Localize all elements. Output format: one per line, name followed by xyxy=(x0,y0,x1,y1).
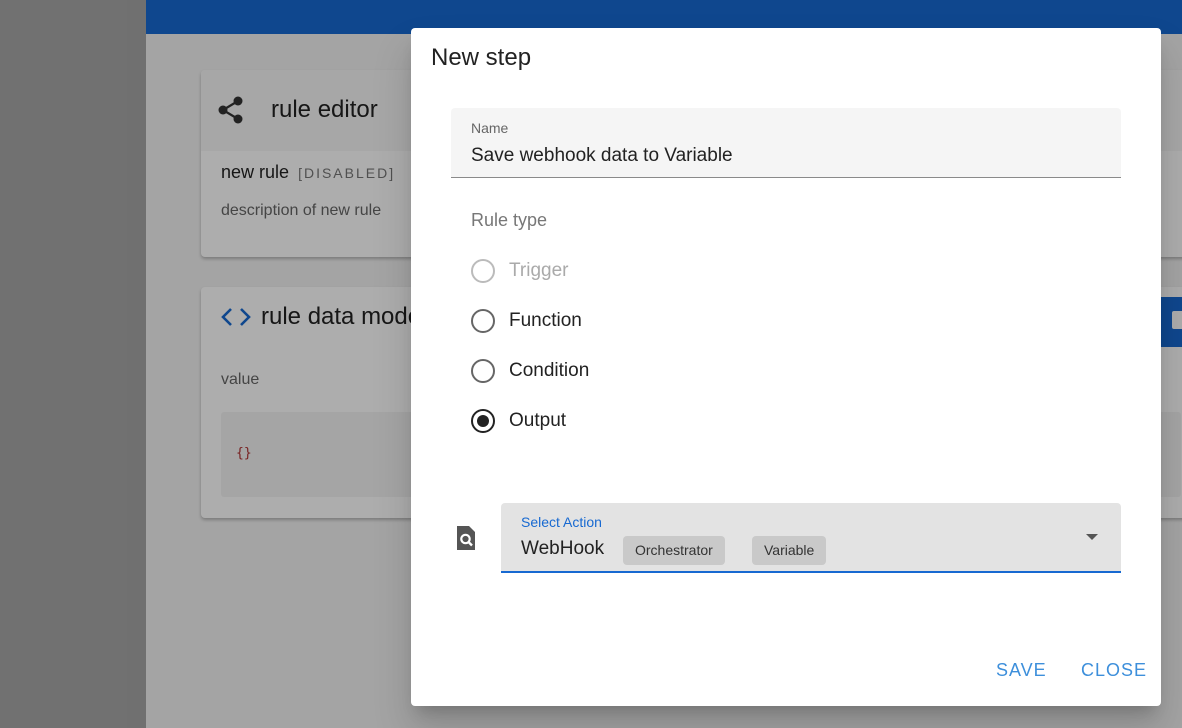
radio-function[interactable] xyxy=(471,309,495,333)
radio-output[interactable] xyxy=(471,409,495,433)
radio-condition[interactable] xyxy=(471,359,495,383)
radio-option-condition[interactable]: Condition xyxy=(471,357,589,385)
select-action-value: WebHook xyxy=(521,538,605,559)
tag-chip-orchestrator: Orchestrator xyxy=(623,536,725,565)
dialog-title: New step xyxy=(431,44,532,71)
close-button[interactable]: CLOSE xyxy=(1081,660,1147,681)
select-action-dropdown[interactable]: Select Action WebHook Orchestrator Varia… xyxy=(501,503,1121,573)
radio-output-label: Output xyxy=(509,410,567,431)
search-document-icon xyxy=(457,526,475,550)
name-input[interactable] xyxy=(471,145,1101,167)
radio-option-output[interactable]: Output xyxy=(471,407,566,435)
radio-trigger xyxy=(471,259,495,283)
name-field-label: Name xyxy=(471,120,509,136)
save-button[interactable]: SAVE xyxy=(996,660,1047,681)
radio-option-trigger: Trigger xyxy=(471,257,568,285)
radio-function-label: Function xyxy=(509,310,582,331)
new-step-dialog: New step Name Rule type Trigger Function… xyxy=(411,28,1161,706)
radio-trigger-label: Trigger xyxy=(509,260,569,281)
name-field[interactable]: Name xyxy=(451,108,1121,178)
dropdown-arrow-icon[interactable] xyxy=(1086,534,1098,540)
rule-type-label: Rule type xyxy=(471,210,548,230)
select-action-label: Select Action xyxy=(521,514,602,530)
tag-chip-variable: Variable xyxy=(752,536,827,565)
radio-option-function[interactable]: Function xyxy=(471,307,582,335)
radio-condition-label: Condition xyxy=(509,360,590,381)
radio-checked-dot xyxy=(477,415,489,427)
